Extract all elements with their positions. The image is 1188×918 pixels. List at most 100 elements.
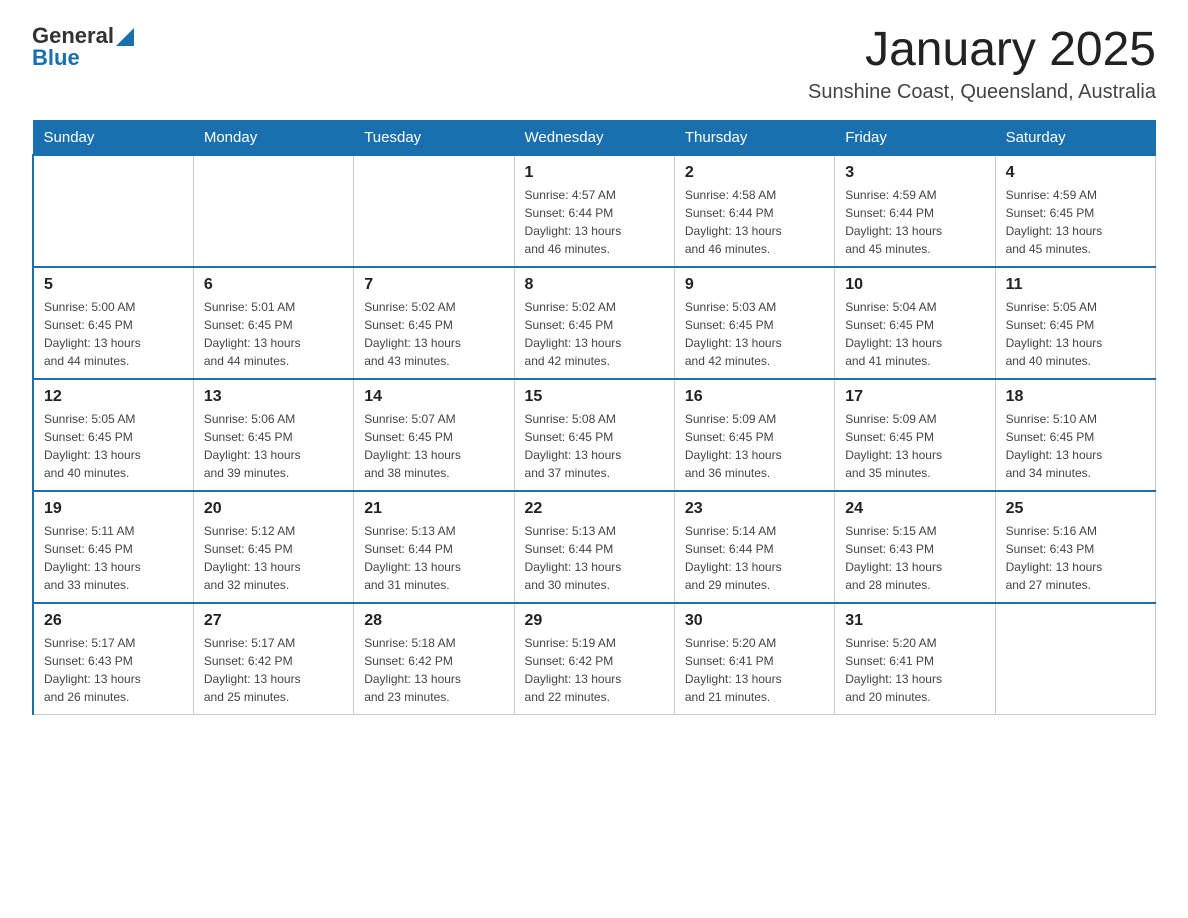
day-info: Sunrise: 5:03 AMSunset: 6:45 PMDaylight:… — [685, 298, 824, 370]
logo-text-blue: Blue — [32, 46, 134, 70]
table-row: 14 Sunrise: 5:07 AMSunset: 6:45 PMDayligh… — [354, 379, 514, 491]
day-info: Sunrise: 5:06 AMSunset: 6:45 PMDaylight:… — [204, 410, 343, 482]
day-info: Sunrise: 5:16 AMSunset: 6:43 PMDaylight:… — [1006, 522, 1145, 594]
table-row: 3Sunrise: 4:59 AMSunset: 6:44 PMDaylight… — [835, 155, 995, 267]
day-info: Sunrise: 5:11 AMSunset: 6:45 PMDaylight:… — [44, 522, 183, 594]
day-number: 28 — [364, 612, 503, 630]
table-row: 15Sunrise: 5:08 AMSunset: 6:45 PMDayligh… — [514, 379, 674, 491]
table-row: 1 Sunrise: 4:57 AMSunset: 6:44 PMDaylight… — [514, 155, 674, 267]
table-row: 28 Sunrise: 5:18 AMSunset: 6:42 PMDayligh… — [354, 603, 514, 715]
table-row: 12 Sunrise: 5:05 AMSunset: 6:45 PMDayligh… — [33, 379, 193, 491]
day-number: 15 — [525, 388, 664, 406]
table-row: 30 Sunrise: 5:20 AMSunset: 6:41 PMDayligh… — [674, 603, 834, 715]
day-number: 23 — [685, 500, 824, 518]
table-row: 16 Sunrise: 5:09 AMSunset: 6:45 PMDayligh… — [674, 379, 834, 491]
table-row: 31 Sunrise: 5:20 AMSunset: 6:41 PMDayligh… — [835, 603, 995, 715]
day-number: 2 — [685, 164, 824, 182]
day-number: 6 — [204, 276, 343, 294]
page-header: General Blue January 2025 Sunshine Coast… — [32, 24, 1156, 104]
table-row: 21 Sunrise: 5:13 AMSunset: 6:44 PMDayligh… — [354, 491, 514, 603]
calendar-week-row: 12 Sunrise: 5:05 AMSunset: 6:45 PMDayligh… — [33, 379, 1156, 491]
day-number: 16 — [685, 388, 824, 406]
table-row: 24 Sunrise: 5:15 AMSunset: 6:43 PMDayligh… — [835, 491, 995, 603]
title-area: January 2025 Sunshine Coast, Queensland,… — [808, 24, 1156, 104]
table-row: 11 Sunrise: 5:05 AMSunset: 6:45 PMDayligh… — [995, 267, 1155, 379]
day-info: Sunrise: 5:17 AMSunset: 6:42 PMDaylight:… — [204, 634, 343, 706]
table-row: 19Sunrise: 5:11 AMSunset: 6:45 PMDayligh… — [33, 491, 193, 603]
day-info: Sunrise: 5:20 AMSunset: 6:41 PMDaylight:… — [685, 634, 824, 706]
logo-triangle-icon — [116, 28, 134, 46]
day-number: 7 — [364, 276, 503, 294]
table-row: 17 Sunrise: 5:09 AMSunset: 6:45 PMDayligh… — [835, 379, 995, 491]
day-number: 21 — [364, 500, 503, 518]
day-info: Sunrise: 5:05 AMSunset: 6:45 PMDaylight:… — [1006, 298, 1145, 370]
day-info: Sunrise: 5:04 AMSunset: 6:45 PMDaylight:… — [845, 298, 984, 370]
day-number: 14 — [364, 388, 503, 406]
table-row: 2Sunrise: 4:58 AMSunset: 6:44 PMDaylight… — [674, 155, 834, 267]
day-number: 11 — [1006, 276, 1145, 294]
day-number: 12 — [44, 388, 183, 406]
table-row — [995, 603, 1155, 715]
header-wednesday: Wednesday — [514, 120, 674, 155]
day-info: Sunrise: 5:02 AMSunset: 6:45 PMDaylight:… — [525, 298, 664, 370]
calendar-table: Sunday Monday Tuesday Wednesday Thursday… — [32, 120, 1156, 715]
calendar-week-row: 26Sunrise: 5:17 AMSunset: 6:43 PMDayligh… — [33, 603, 1156, 715]
day-info: Sunrise: 5:10 AMSunset: 6:45 PMDaylight:… — [1006, 410, 1145, 482]
table-row: 22Sunrise: 5:13 AMSunset: 6:44 PMDayligh… — [514, 491, 674, 603]
calendar-week-row: 19Sunrise: 5:11 AMSunset: 6:45 PMDayligh… — [33, 491, 1156, 603]
weekday-header-row: Sunday Monday Tuesday Wednesday Thursday… — [33, 120, 1156, 155]
day-number: 17 — [845, 388, 984, 406]
table-row: 9 Sunrise: 5:03 AMSunset: 6:45 PMDaylight… — [674, 267, 834, 379]
day-number: 10 — [845, 276, 984, 294]
day-info: Sunrise: 5:13 AMSunset: 6:44 PMDaylight:… — [364, 522, 503, 594]
calendar-subtitle: Sunshine Coast, Queensland, Australia — [808, 81, 1156, 104]
day-info: Sunrise: 5:14 AMSunset: 6:44 PMDaylight:… — [685, 522, 824, 594]
day-number: 24 — [845, 500, 984, 518]
day-number: 25 — [1006, 500, 1145, 518]
day-info: Sunrise: 5:20 AMSunset: 6:41 PMDaylight:… — [845, 634, 984, 706]
day-info: Sunrise: 5:12 AMSunset: 6:45 PMDaylight:… — [204, 522, 343, 594]
table-row — [33, 155, 193, 267]
day-number: 31 — [845, 612, 984, 630]
table-row: 6Sunrise: 5:01 AMSunset: 6:45 PMDaylight… — [193, 267, 353, 379]
day-info: Sunrise: 5:09 AMSunset: 6:45 PMDaylight:… — [845, 410, 984, 482]
day-number: 29 — [525, 612, 664, 630]
table-row: 7Sunrise: 5:02 AMSunset: 6:45 PMDaylight… — [354, 267, 514, 379]
header-thursday: Thursday — [674, 120, 834, 155]
header-saturday: Saturday — [995, 120, 1155, 155]
day-info: Sunrise: 5:05 AMSunset: 6:45 PMDaylight:… — [44, 410, 183, 482]
day-number: 26 — [44, 612, 183, 630]
day-info: Sunrise: 5:15 AMSunset: 6:43 PMDaylight:… — [845, 522, 984, 594]
header-tuesday: Tuesday — [354, 120, 514, 155]
logo: General Blue — [32, 24, 134, 70]
day-info: Sunrise: 5:18 AMSunset: 6:42 PMDaylight:… — [364, 634, 503, 706]
table-row: 27 Sunrise: 5:17 AMSunset: 6:42 PMDayligh… — [193, 603, 353, 715]
table-row: 26Sunrise: 5:17 AMSunset: 6:43 PMDayligh… — [33, 603, 193, 715]
day-number: 4 — [1006, 164, 1145, 182]
table-row: 29 Sunrise: 5:19 AMSunset: 6:42 PMDayligh… — [514, 603, 674, 715]
header-sunday: Sunday — [33, 120, 193, 155]
day-info: Sunrise: 4:59 AMSunset: 6:45 PMDaylight:… — [1006, 186, 1145, 258]
day-number: 27 — [204, 612, 343, 630]
day-number: 30 — [685, 612, 824, 630]
day-number: 8 — [525, 276, 664, 294]
day-info: Sunrise: 4:57 AMSunset: 6:44 PMDaylight:… — [525, 186, 664, 258]
day-info: Sunrise: 4:59 AMSunset: 6:44 PMDaylight:… — [845, 186, 984, 258]
day-info: Sunrise: 5:09 AMSunset: 6:45 PMDaylight:… — [685, 410, 824, 482]
table-row: 5Sunrise: 5:00 AMSunset: 6:45 PMDaylight… — [33, 267, 193, 379]
day-info: Sunrise: 5:19 AMSunset: 6:42 PMDaylight:… — [525, 634, 664, 706]
day-number: 9 — [685, 276, 824, 294]
header-friday: Friday — [835, 120, 995, 155]
day-number: 18 — [1006, 388, 1145, 406]
day-number: 5 — [44, 276, 183, 294]
table-row: 10 Sunrise: 5:04 AMSunset: 6:45 PMDayligh… — [835, 267, 995, 379]
header-monday: Monday — [193, 120, 353, 155]
day-number: 13 — [204, 388, 343, 406]
table-row: 25 Sunrise: 5:16 AMSunset: 6:43 PMDayligh… — [995, 491, 1155, 603]
day-number: 20 — [204, 500, 343, 518]
calendar-week-row: 5Sunrise: 5:00 AMSunset: 6:45 PMDaylight… — [33, 267, 1156, 379]
table-row: 23 Sunrise: 5:14 AMSunset: 6:44 PMDayligh… — [674, 491, 834, 603]
day-number: 1 — [525, 164, 664, 182]
table-row: 13 Sunrise: 5:06 AMSunset: 6:45 PMDayligh… — [193, 379, 353, 491]
day-info: Sunrise: 5:07 AMSunset: 6:45 PMDaylight:… — [364, 410, 503, 482]
